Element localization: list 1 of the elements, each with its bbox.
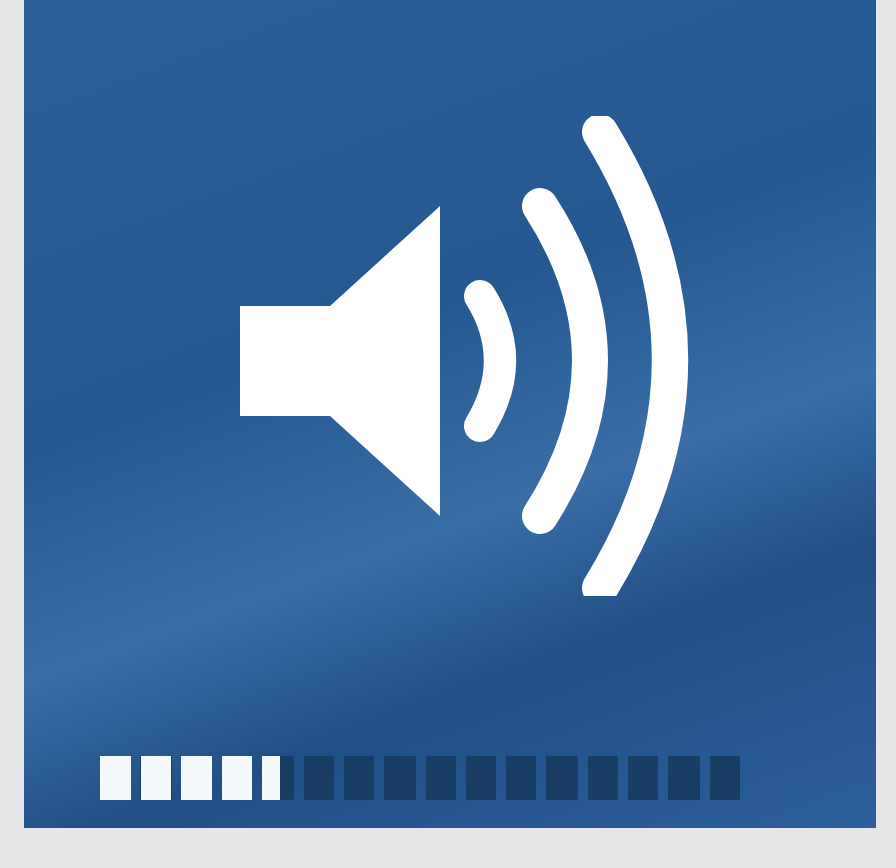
volume-meter[interactable] xyxy=(100,756,740,800)
